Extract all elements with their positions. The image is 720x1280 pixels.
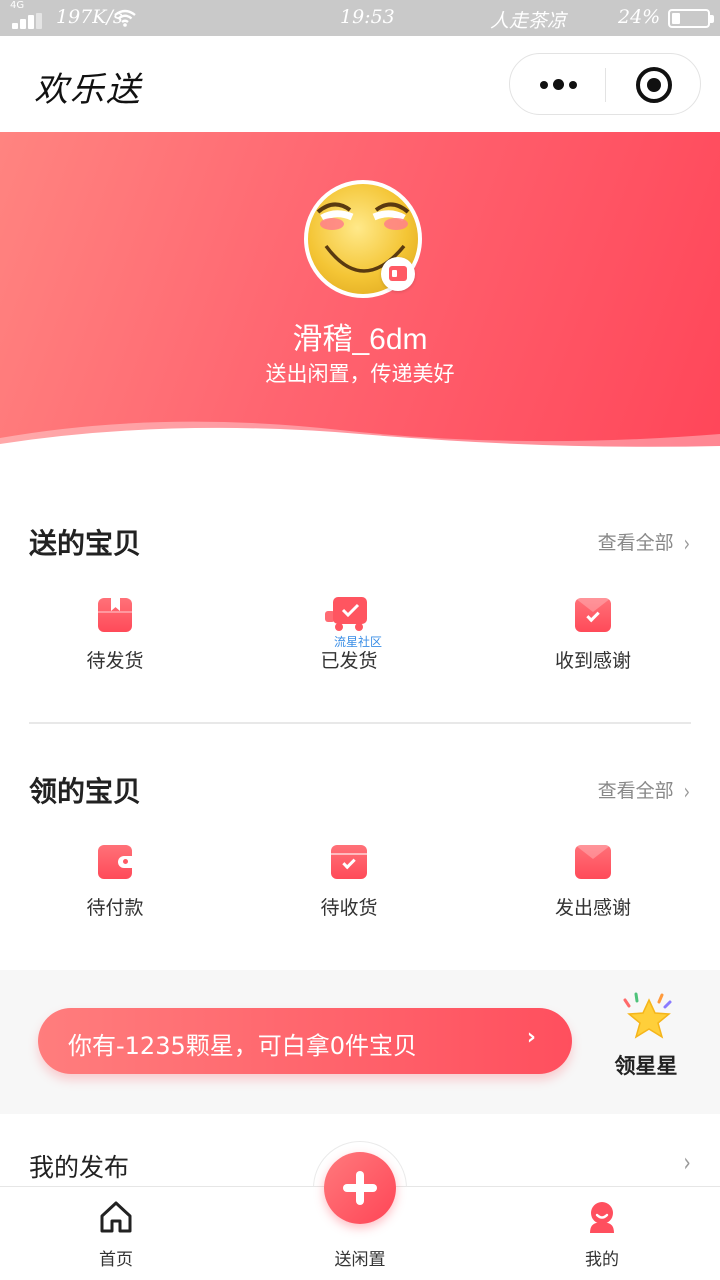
nav-bar: 欢乐送 (0, 36, 720, 132)
tab-label: 送闲置 (334, 1250, 386, 1270)
received-item-pending-pay[interactable]: 待付款 (25, 843, 205, 920)
sent-section-title: 送的宝贝 (29, 527, 142, 560)
section-divider (29, 722, 691, 724)
item-label: 收到感谢 (554, 650, 631, 672)
sent-item-thanks-received[interactable]: 收到感谢 (503, 596, 683, 673)
item-label: 发出感谢 (554, 897, 631, 919)
item-label: 已发货 (320, 650, 378, 672)
gift-box-icon (97, 596, 133, 632)
wallet-icon (97, 843, 133, 879)
more-options-icon[interactable] (538, 74, 580, 96)
add-item-button[interactable] (324, 1152, 396, 1224)
capsule-divider (605, 68, 606, 102)
view-all-label: 查看全部 (597, 780, 674, 802)
star-icon (623, 992, 672, 1039)
item-label: 待收货 (320, 897, 378, 919)
stars-banner: 你有-1235颗星，可白拿0件宝贝 › 领星星 (0, 970, 720, 1114)
network-speed: 197K/s (56, 6, 123, 28)
tab-home[interactable]: 首页 (36, 1187, 196, 1280)
get-stars-button[interactable]: 领星星 (600, 992, 692, 1080)
wifi-icon (114, 9, 136, 27)
view-all-label: 查看全部 (597, 532, 674, 554)
profile-header: 滑稽_6dm 送出闲置，传递美好 (0, 132, 720, 464)
battery-percent: 24% (618, 6, 661, 28)
receive-check-icon (331, 843, 367, 879)
battery-icon (668, 9, 714, 28)
profile-slogan: 送出闲置，传递美好 (265, 362, 455, 386)
tab-mine[interactable]: 我的 (522, 1187, 682, 1280)
thanks-mail-icon (575, 596, 611, 632)
header-wave (0, 421, 720, 464)
delivery-truck-icon (325, 596, 367, 632)
received-item-send-thanks[interactable]: 发出感谢 (503, 843, 683, 920)
chevron-right-icon[interactable]: › (683, 1148, 690, 1178)
mini-program-capsule (509, 53, 701, 115)
tab-label: 首页 (99, 1250, 133, 1270)
close-mini-program-icon[interactable] (636, 67, 672, 103)
envelope-icon (575, 843, 611, 879)
home-icon (100, 1201, 132, 1233)
id-card-icon[interactable] (381, 257, 415, 291)
stars-balance-button[interactable]: 你有-1235颗星，可白拿0件宝贝 › (38, 1008, 572, 1074)
sent-item-pending-ship[interactable]: 待发货 (25, 596, 205, 673)
network-type: 4G (10, 0, 25, 11)
profile-icon (590, 1202, 614, 1233)
item-label: 待付款 (86, 897, 144, 919)
signal-icon (12, 13, 44, 29)
stars-balance-text: 你有-1235颗星，可白拿0件宝贝 (68, 1032, 418, 1060)
received-section-title: 领的宝贝 (29, 775, 142, 808)
app-title: 欢乐送 (34, 70, 142, 110)
get-stars-label: 领星星 (614, 1054, 678, 1078)
chevron-right-icon: › (683, 778, 690, 805)
status-bar: 4G 197K/s 19:53 人走茶凉 24% (0, 0, 720, 36)
received-view-all-link[interactable]: 查看全部 › (597, 776, 690, 805)
my-publish-row[interactable]: 我的发布 (29, 1148, 129, 1184)
carrier-name: 人走茶凉 (490, 10, 567, 32)
watermark-text: 流星社区 (334, 635, 383, 649)
chevron-right-icon: › (526, 1025, 536, 1050)
chevron-right-icon: › (683, 530, 690, 557)
received-item-pending-receive[interactable]: 待收货 (259, 843, 439, 920)
clock: 19:53 (340, 6, 395, 28)
tab-label: 我的 (585, 1250, 619, 1270)
sent-view-all-link[interactable]: 查看全部 › (597, 528, 690, 557)
item-label: 待发货 (86, 650, 144, 672)
username: 滑稽_6dm (292, 323, 428, 356)
